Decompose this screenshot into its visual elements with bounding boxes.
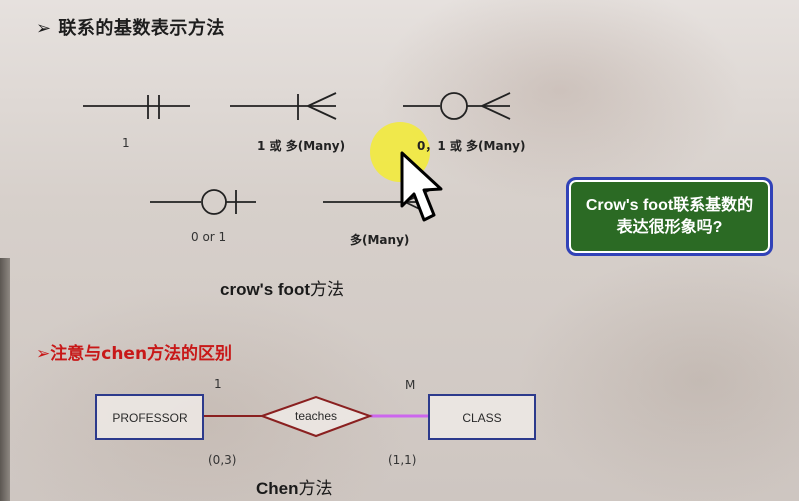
professor-entity-label: PROFESSOR: [112, 411, 188, 425]
chen-right-participation: (1,1): [388, 453, 417, 467]
chen-caption: Chen方法: [256, 474, 333, 499]
chen-left-participation: (0,3): [208, 453, 237, 467]
chen-diagram: PROFESSOR teaches CLASS: [95, 394, 536, 440]
chen-left-cardinality: 1: [214, 377, 222, 391]
chen-right-cardinality: M: [405, 378, 416, 392]
teaches-relationship-label: teaches: [295, 409, 337, 423]
slide-canvas: ➢ 联系的基数表示方法 1 1 或 多(Many) 0，1 或 多(Many) …: [0, 0, 799, 501]
chen-caption-bold: Chen: [256, 479, 299, 498]
chen-caption-rest: 方法: [298, 479, 333, 498]
class-entity-label: CLASS: [462, 411, 501, 425]
